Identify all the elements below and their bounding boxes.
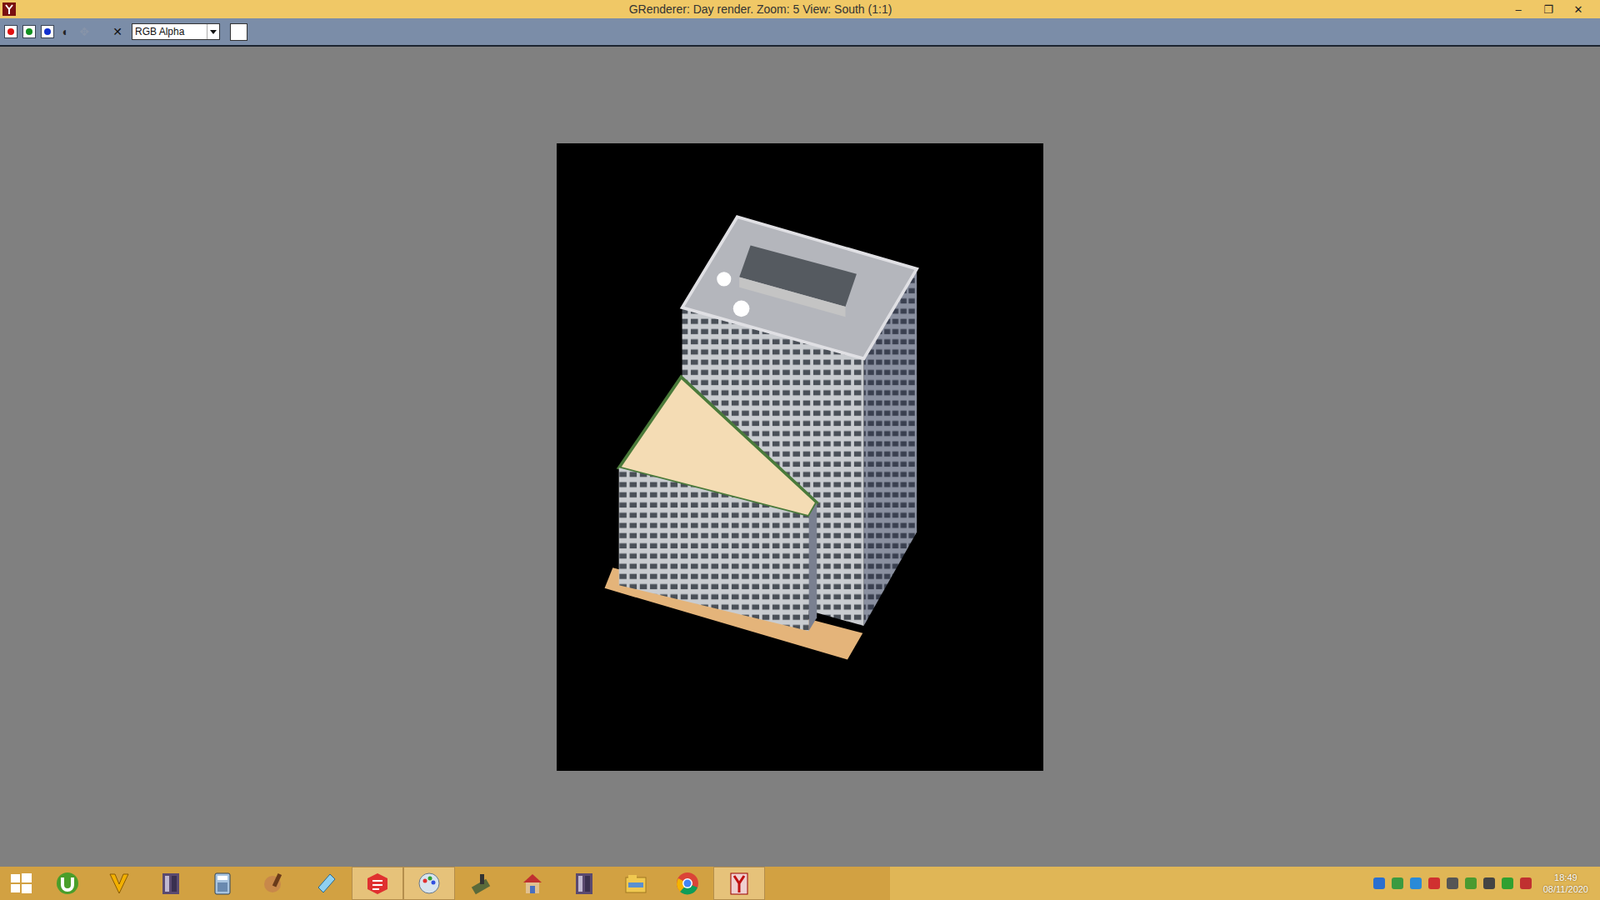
tool-button: ✥ bbox=[76, 24, 92, 40]
channel-button[interactable] bbox=[40, 24, 55, 40]
taskbar-app[interactable] bbox=[145, 866, 197, 900]
tool-button[interactable]: ◐ bbox=[58, 24, 74, 40]
system-tray: 18:4908/11/2020 bbox=[1373, 866, 1600, 900]
channel-button[interactable] bbox=[21, 24, 37, 40]
clock[interactable]: 18:4908/11/2020 bbox=[1538, 871, 1594, 895]
tool-button[interactable]: ✕ bbox=[110, 24, 125, 40]
chrome-icon bbox=[675, 870, 700, 896]
utorrent-icon bbox=[55, 870, 80, 896]
taskbar-app[interactable] bbox=[610, 866, 662, 900]
house-icon bbox=[520, 870, 545, 896]
taskbar-app[interactable] bbox=[300, 866, 352, 900]
title-bar: GRenderer: Day render. Zoom: 5 View: Sou… bbox=[0, 0, 1600, 19]
app-icon bbox=[2, 2, 16, 16]
render-canvas bbox=[556, 143, 1044, 771]
grenderer-icon bbox=[726, 870, 752, 896]
render-preview bbox=[556, 143, 1044, 771]
taskbar: 18:4908/11/2020 bbox=[0, 866, 1600, 900]
tray-icon[interactable] bbox=[1501, 877, 1514, 890]
taskbar-app[interactable] bbox=[455, 866, 507, 900]
dropdown-arrow-icon bbox=[206, 24, 220, 40]
low-block-side bbox=[808, 501, 817, 630]
calculator-icon bbox=[210, 870, 235, 896]
taskbar-app[interactable] bbox=[661, 866, 714, 900]
taskbar-app[interactable] bbox=[713, 866, 765, 900]
window-controls: –❐✕ bbox=[1505, 2, 1600, 17]
tray-icon[interactable] bbox=[1428, 877, 1440, 890]
sketchup-icon bbox=[365, 870, 390, 896]
taskbar-app[interactable] bbox=[403, 866, 455, 900]
taskbar-app[interactable] bbox=[558, 866, 610, 900]
window-control-button[interactable]: – bbox=[1505, 2, 1532, 17]
sc4b-icon bbox=[571, 870, 597, 896]
tray-icon[interactable] bbox=[1520, 877, 1532, 890]
taskbar-app[interactable] bbox=[93, 866, 145, 900]
satellite-dish bbox=[716, 271, 731, 286]
channel-dot bbox=[7, 28, 15, 35]
low-block-front bbox=[619, 467, 810, 631]
roof-unit-front bbox=[739, 276, 845, 317]
tray-icon[interactable] bbox=[1483, 877, 1495, 890]
channel-dot bbox=[25, 28, 33, 35]
taskbar-app[interactable] bbox=[506, 866, 559, 900]
view-mode-dropdown[interactable]: RGB Alpha bbox=[131, 23, 220, 40]
channel-dot bbox=[44, 28, 51, 35]
start-button[interactable] bbox=[0, 866, 42, 900]
explorer-icon bbox=[623, 870, 649, 896]
taskbar-app[interactable] bbox=[196, 866, 249, 900]
start-icon bbox=[8, 870, 34, 896]
window-control-button[interactable]: ✕ bbox=[1565, 2, 1592, 17]
brush-icon bbox=[261, 870, 287, 896]
render-area bbox=[0, 46, 1600, 867]
paint-icon bbox=[416, 870, 442, 896]
tray-icon[interactable] bbox=[1373, 877, 1385, 890]
notepad-icon bbox=[313, 870, 339, 896]
channel-button[interactable] bbox=[3, 24, 19, 40]
satellite-dish bbox=[733, 300, 750, 317]
background-color-swatch[interactable] bbox=[230, 23, 248, 41]
tool-icon bbox=[468, 870, 494, 896]
sc4-icon bbox=[158, 870, 184, 896]
desktop: GRenderer: Day render. Zoom: 5 View: Sou… bbox=[0, 0, 1600, 900]
tray-icon[interactable] bbox=[1391, 877, 1404, 890]
taskbar-app[interactable] bbox=[41, 866, 94, 900]
taskbar-app[interactable] bbox=[248, 866, 300, 900]
fork-icon bbox=[2, 2, 16, 16]
window-control-button[interactable]: ❐ bbox=[1535, 2, 1562, 17]
tray-icon[interactable] bbox=[1410, 877, 1422, 890]
tray-icon[interactable] bbox=[1446, 877, 1459, 890]
toolbar: ◐✥ ✕ RGB Alpha bbox=[0, 18, 1600, 47]
taskbar-app[interactable] bbox=[351, 866, 404, 900]
tower-roof bbox=[682, 216, 918, 359]
taskbar-apps bbox=[0, 866, 890, 900]
tray-icon[interactable] bbox=[1465, 877, 1477, 890]
window-title: GRenderer: Day render. Zoom: 5 View: Sou… bbox=[15, 2, 1505, 16]
vector-icon bbox=[106, 870, 132, 896]
